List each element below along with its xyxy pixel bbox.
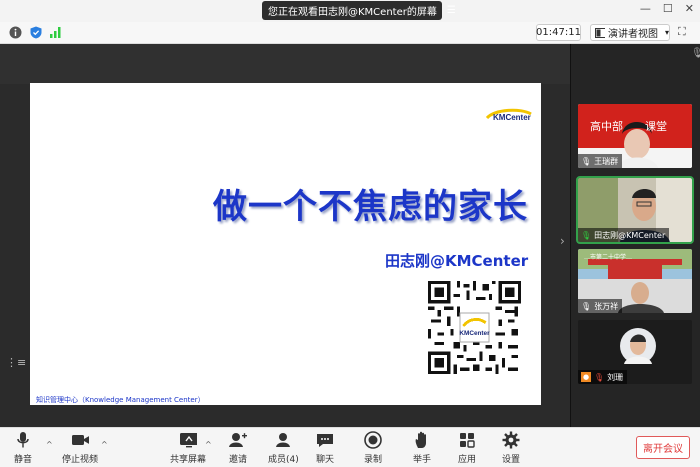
mute-label: 静音 [14,455,33,465]
apps-label: 应用 [458,455,477,465]
avatar-icon: ● [581,372,591,382]
add-user-icon [229,431,247,449]
record-icon [364,431,382,449]
slide-subtitle: 田志刚@KMCenter [385,252,529,270]
share-screen-icon [179,431,197,449]
stop-video-button[interactable]: 停止视频 [62,431,98,465]
signal-strength-icon[interactable] [48,25,62,39]
speaker-view-label: 演讲者视图 [607,29,658,40]
maximize-icon[interactable]: ☐ [663,2,673,15]
mute-button[interactable]: 静音 [14,431,32,465]
raise-hand-button[interactable]: 举手 [413,431,431,465]
mic-icon: 🎙 [581,156,592,166]
chat-button[interactable]: 聊天 [316,431,334,465]
participant-name: 刘珊 [607,372,624,382]
video-tile[interactable]: 高中部 课堂 🎙 王瑞群 [578,104,692,168]
apps-grid-icon [458,431,476,449]
tile-banner: 高中部 课堂 [590,120,667,133]
meeting-info-bar: 01:47:11 演讲者视图 ▾ ⛶ [0,22,700,44]
fullscreen-icon[interactable]: ⛶ [678,25,692,39]
participant-label: ● 🎙 刘珊 [578,370,628,384]
microphone-icon [14,431,32,449]
info-icon[interactable] [8,25,22,39]
chevron-right-icon[interactable]: › [560,234,565,248]
chat-label: 聊天 [316,455,335,465]
slide-side-menu-icon[interactable]: ⋮≡ [6,356,26,370]
participant-label: 🎙 张万祥 [578,299,623,313]
video-tile[interactable]: …市第二十中学… 🎙 张万祥 [578,249,692,313]
minimize-icon[interactable]: — [640,2,651,15]
participants-icon [274,431,292,449]
logo-text: KMCenter [493,113,531,122]
stop-video-label: 停止视频 [62,455,99,465]
video-tile[interactable]: ● 🎙 刘珊 [578,320,692,384]
slide-footer: 知识管理中心（Knowledge Management Center） [36,396,205,404]
shield-icon[interactable] [29,25,43,39]
leave-meeting-button[interactable]: 离开会议 [636,436,690,459]
slide-title: 做一个不焦虑的家长 [213,187,528,227]
tile-banner: …市第二十中学… [584,254,633,261]
gear-icon [502,431,520,449]
chat-icon [316,431,334,449]
participant-label: 🎙 王瑞群 [578,154,623,168]
window-controls: — ☐ ✕ [640,2,694,15]
hamburger-icon[interactable]: ☰ [447,5,456,16]
chevron-down-icon: ▾ [664,28,669,37]
meeting-toolbar: 静音 ^ 停止视频 ^ 共享屏幕 ^ 邀请 成员(4) 聊天 录制 举手 应用 … [0,427,700,467]
chevron-up-icon[interactable]: ^ [101,440,108,449]
close-icon[interactable]: ✕ [685,2,694,15]
share-screen-label: 共享屏幕 [170,455,207,465]
meeting-timer: 01:47:11 [536,24,581,41]
participant-name: 王瑞群 [594,156,619,166]
title-bar: 您正在观看田志刚@KMCenter的屏幕 ☰ — ☐ ✕ [0,0,700,22]
qr-code: KMCenter [428,281,521,374]
video-tile-active[interactable]: 🎙 田志刚@KMCenter [576,176,694,244]
share-screen-button[interactable]: 共享屏幕 [170,431,206,465]
raise-hand-label: 举手 [413,455,432,465]
settings-button[interactable]: 设置 [502,431,520,465]
view-layout-icon [595,27,605,38]
shared-screen-stage: KMCenter 做一个不焦虑的家长 田志刚@KMCenter KMCenter [0,44,570,427]
invite-button[interactable]: 邀请 [229,431,247,465]
camera-icon [71,431,89,449]
sharing-banner: 您正在观看田志刚@KMCenter的屏幕 ☰ [262,1,456,20]
participants-video-panel: 高中部 课堂 🎙 王瑞群 🎙 田志刚@KMCenter …市第二十中学… 🎙 张… [570,44,700,427]
hand-icon [413,431,431,449]
mic-speaking-icon: 🎙 [581,230,592,240]
mic-icon: 🎙 [581,301,592,311]
chevron-up-icon[interactable]: ^ [205,440,212,449]
sharing-banner-text: 您正在观看田志刚@KMCenter的屏幕 [268,7,437,18]
presentation-slide: KMCenter 做一个不焦虑的家长 田志刚@KMCenter KMCenter [30,83,541,405]
record-label: 录制 [364,455,383,465]
invite-label: 邀请 [229,455,248,465]
panel-mic-icon[interactable]: 🎙 [691,48,700,59]
participants-button[interactable]: 成员(4) [268,431,299,465]
participant-name: 张万祥 [594,301,619,311]
participants-label: 成员(4) [268,455,299,465]
participant-name: 田志刚@KMCenter [594,230,666,240]
participant-label: 🎙 田志刚@KMCenter [578,228,670,242]
speaker-view-button[interactable]: 演讲者视图 ▾ [590,24,670,41]
settings-label: 设置 [502,455,521,465]
qr-logo-text: KMCenter [459,330,490,337]
apps-button[interactable]: 应用 [458,431,476,465]
record-button[interactable]: 录制 [364,431,382,465]
chevron-up-icon[interactable]: ^ [46,440,53,449]
mic-muted-icon: 🎙 [594,372,605,382]
